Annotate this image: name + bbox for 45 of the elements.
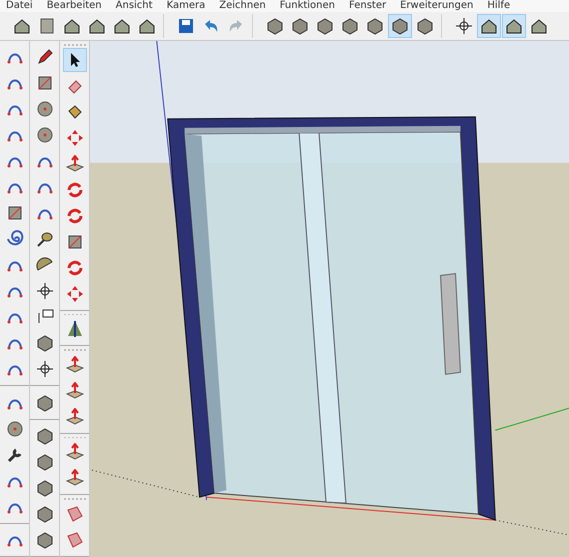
rotate-icon	[66, 180, 84, 199]
save-icon	[177, 17, 195, 35]
tool-button[interactable]	[62, 48, 86, 72]
house-icon	[530, 17, 548, 35]
rotate-icon	[66, 206, 84, 225]
circle-icon	[6, 420, 24, 438]
house-icon	[480, 17, 498, 35]
push-pull-icon	[66, 356, 84, 374]
menu-item[interactable]: Erweiterungen	[400, 0, 474, 12]
menu-item[interactable]: Hilfe	[487, 0, 510, 12]
circle-icon	[36, 100, 54, 118]
menu-item[interactable]: Ansicht	[116, 0, 153, 12]
menu-item[interactable]: Fenster	[349, 0, 386, 12]
house-icon	[63, 17, 81, 35]
circle-icon	[36, 126, 54, 144]
menu-item[interactable]: Datei	[6, 0, 33, 12]
push-pull-icon	[66, 443, 84, 462]
menu-item[interactable]: Bearbeiten	[46, 0, 102, 12]
toolbar-button[interactable]	[388, 14, 412, 38]
house-icon	[138, 17, 156, 35]
push-pull-icon	[66, 154, 84, 173]
push-pull-icon	[66, 408, 84, 426]
push-pull-icon	[66, 382, 84, 400]
house-icon	[13, 17, 31, 35]
house-icon	[505, 17, 523, 35]
rotate-icon	[66, 258, 84, 277]
square-icon	[6, 204, 24, 222]
move-arrows-icon	[66, 284, 84, 303]
toolbar-button[interactable]	[502, 14, 526, 38]
spiral-icon	[6, 230, 24, 248]
menu-item[interactable]: Kamera	[166, 0, 206, 12]
wrench-icon	[6, 446, 24, 464]
move-arrows-icon	[66, 128, 84, 147]
toolbar-button[interactable]	[477, 14, 501, 38]
menu-item[interactable]: Funktionen	[280, 0, 336, 12]
menu-item[interactable]: Zeichnen	[219, 0, 266, 12]
box-icon	[38, 17, 56, 35]
mirror-icon	[66, 320, 84, 338]
pencil-icon	[36, 48, 54, 66]
push-pull-icon	[66, 469, 84, 488]
square-icon	[36, 74, 54, 92]
3d-viewport-drawing[interactable]	[90, 41, 569, 557]
house-icon	[113, 17, 131, 35]
house-icon	[88, 17, 106, 35]
square-icon	[66, 232, 84, 251]
